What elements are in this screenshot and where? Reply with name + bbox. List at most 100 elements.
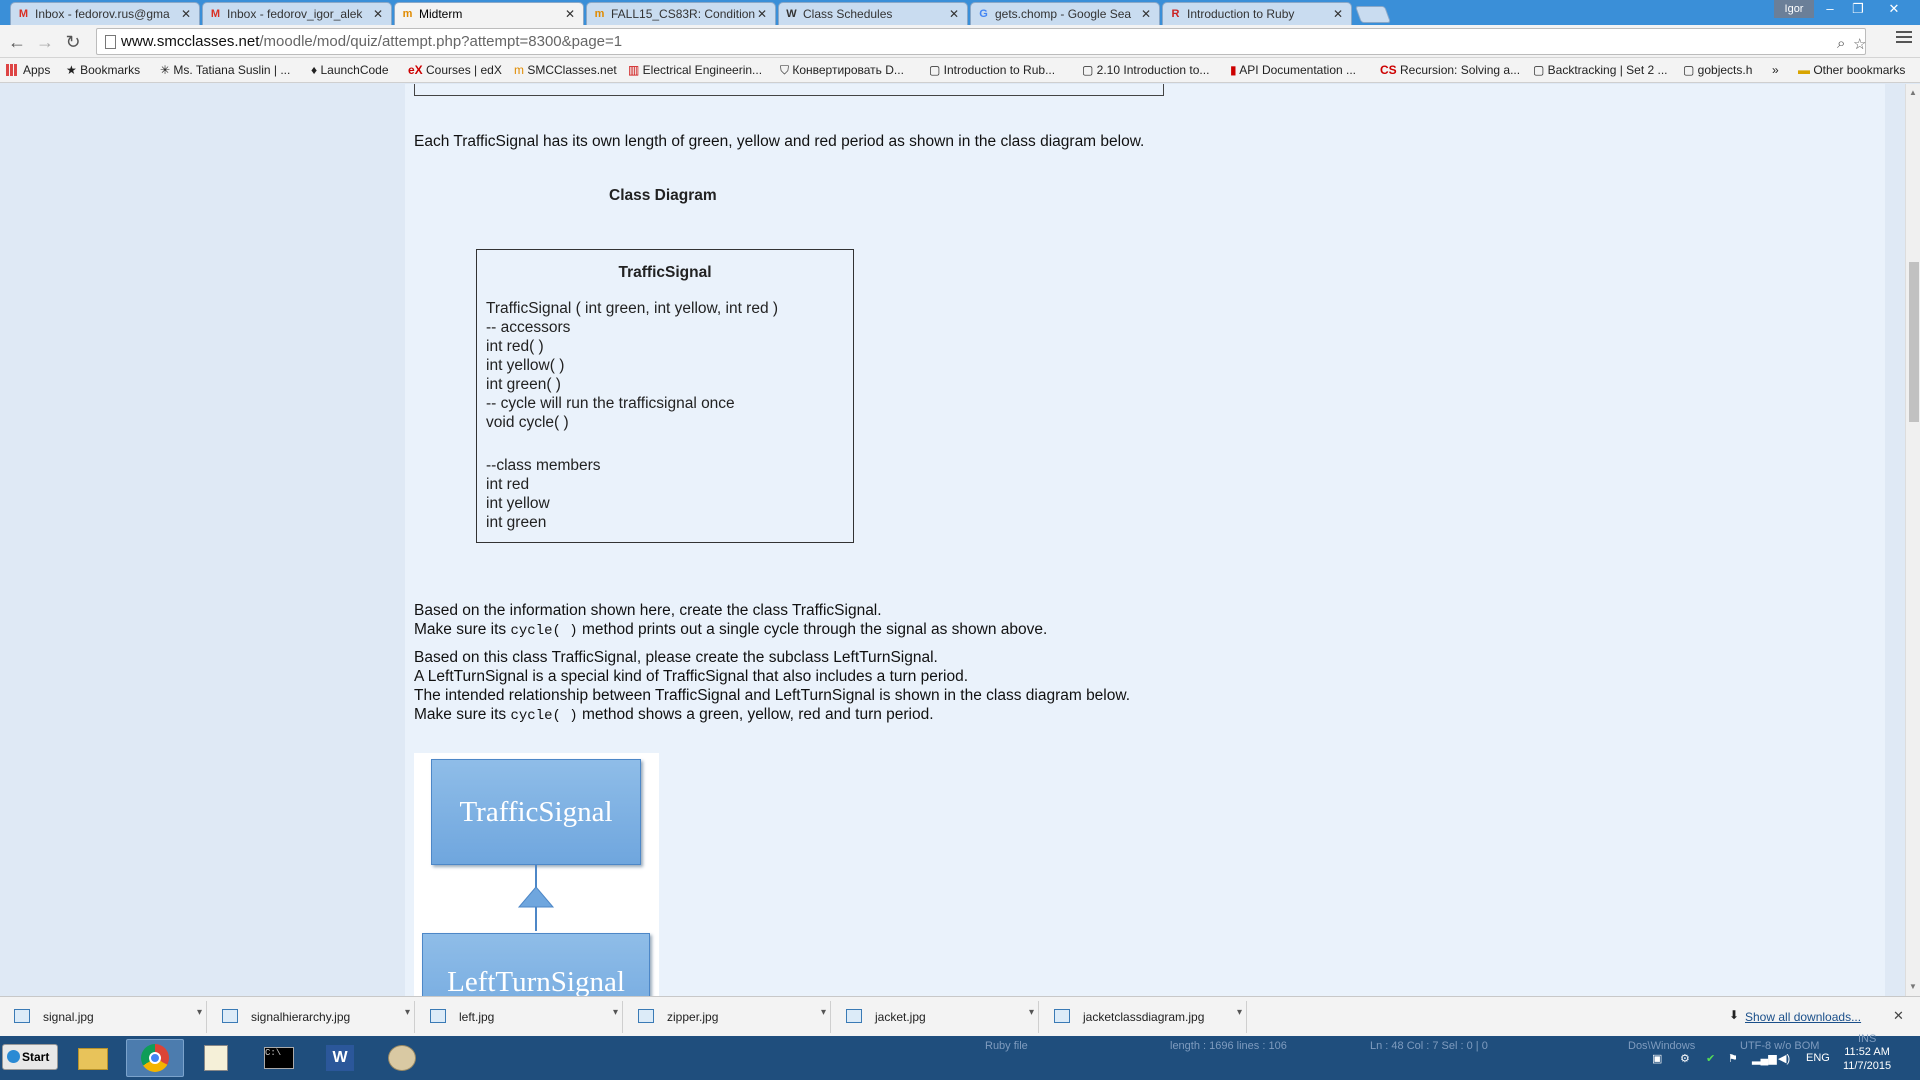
apps-icon xyxy=(6,64,18,76)
show-all-downloads-link[interactable]: Show all downloads... xyxy=(1745,1010,1861,1024)
tab-class-schedules[interactable]: W Class Schedules ✕ xyxy=(778,2,968,25)
forward-icon[interactable]: → xyxy=(34,31,56,53)
close-downloads-icon[interactable]: ✕ xyxy=(1893,1008,1904,1024)
close-tab-icon[interactable]: ✕ xyxy=(757,7,767,21)
close-tab-icon[interactable]: ✕ xyxy=(1141,7,1151,21)
page-icon: ▢ xyxy=(1533,63,1548,77)
status-file-type: Ruby file xyxy=(985,1040,1028,1052)
tray-flag-icon[interactable]: ⚑ xyxy=(1728,1052,1738,1065)
url-text[interactable]: www.smcclasses.net/moodle/mod/quiz/attem… xyxy=(121,33,622,50)
bookmark-apps[interactable]: Apps xyxy=(6,63,50,77)
class-line: --class members xyxy=(486,457,601,474)
taskbar-cmd[interactable]: C:\ xyxy=(250,1039,308,1077)
chevron-down-icon[interactable]: ▾ xyxy=(1237,1007,1242,1018)
address-bar[interactable]: www.smcclasses.net/moodle/mod/quiz/attem… xyxy=(96,28,1866,55)
tab-gmail-2[interactable]: M Inbox - fedorov_igor_alek ✕ xyxy=(202,2,392,25)
tab-google-search[interactable]: G gets.chomp - Google Sea ✕ xyxy=(970,2,1160,25)
intro-text: Each TrafficSignal has its own length of… xyxy=(414,133,1145,150)
taskbar-clock[interactable]: 11:52 AM 11/7/2015 xyxy=(1843,1045,1891,1073)
google-icon: G xyxy=(979,8,988,20)
chevron-down-icon[interactable]: ▾ xyxy=(405,1007,410,1018)
status-encoding: UTF-8 w/o BOM xyxy=(1740,1040,1820,1052)
bookmark-electrical[interactable]: ▥ Electrical Engineerin... xyxy=(628,63,762,77)
bookmark-other[interactable]: ▬ Other bookmarks xyxy=(1798,63,1905,77)
scroll-down-icon[interactable]: ▼ xyxy=(1909,982,1917,991)
bookmark-suslin[interactable]: ✳ Ms. Tatiana Suslin | ... xyxy=(160,63,290,77)
scroll-thumb[interactable] xyxy=(1909,262,1919,422)
chevron-down-icon[interactable]: ▾ xyxy=(613,1007,618,1018)
back-icon[interactable]: ← xyxy=(6,31,28,53)
bookmark-backtracking[interactable]: ▢ Backtracking | Set 2 ... xyxy=(1533,63,1668,77)
restore-icon[interactable]: ❐ xyxy=(1844,0,1872,20)
chevron-down-icon[interactable]: ▾ xyxy=(1029,1007,1034,1018)
close-tab-icon[interactable]: ✕ xyxy=(565,7,575,21)
gmail-icon: M xyxy=(18,8,29,20)
new-tab-button[interactable] xyxy=(1354,6,1392,23)
start-button[interactable]: Start xyxy=(2,1044,58,1070)
edx-icon: eX xyxy=(408,63,427,77)
close-tab-icon[interactable]: ✕ xyxy=(949,7,959,21)
bookmark-intro-ruby[interactable]: ▢ Introduction to Rub... xyxy=(929,63,1055,77)
download-item[interactable]: zipper.jpg ▾ xyxy=(626,1001,831,1033)
class-name: TrafficSignal xyxy=(618,264,712,281)
bookmark-edx[interactable]: eX Courses | edX xyxy=(408,63,502,77)
image-file-icon xyxy=(430,1009,446,1023)
moodle-icon: m xyxy=(594,8,605,20)
download-item[interactable]: signalhierarchy.jpg ▾ xyxy=(210,1001,415,1033)
tab-fall15[interactable]: m FALL15_CS83R: Condition ✕ xyxy=(586,2,776,25)
tab-midterm[interactable]: m Midterm ✕ xyxy=(394,2,584,25)
download-item[interactable]: signal.jpg ▾ xyxy=(2,1001,207,1033)
minimize-icon[interactable]: – xyxy=(1816,0,1844,20)
taskbar-notepad[interactable] xyxy=(188,1039,246,1077)
tray-check-icon[interactable]: ✔ xyxy=(1706,1052,1715,1065)
search-icon[interactable]: ⌕ xyxy=(1837,35,1845,52)
taskbar-chrome[interactable] xyxy=(126,1039,184,1077)
class-line: void cycle( ) xyxy=(486,414,569,431)
bookmark-recursion[interactable]: CS Recursion: Solving a... xyxy=(1380,63,1520,77)
bookmark-launchcode[interactable]: ♦ LaunchCode xyxy=(311,63,389,77)
chevron-down-icon[interactable]: ▾ xyxy=(197,1007,202,1018)
windows-taskbar: Start C:\ W Ruby file length : 1696 line… xyxy=(0,1033,1920,1080)
bookmark-2-10-intro[interactable]: ▢ 2.10 Introduction to... xyxy=(1082,63,1209,77)
close-window-icon[interactable]: ✕ xyxy=(1874,0,1914,20)
uml-child-box: LeftTurnSignal xyxy=(422,933,650,996)
chevron-down-icon[interactable]: ▾ xyxy=(821,1007,826,1018)
download-item[interactable]: left.jpg ▾ xyxy=(418,1001,623,1033)
download-item[interactable]: jacketclassdiagram.jpg ▾ xyxy=(1042,1001,1247,1033)
tab-gmail-1[interactable]: M Inbox - fedorov.rus@gma ✕ xyxy=(10,2,200,25)
user-badge[interactable]: Igor xyxy=(1774,0,1814,18)
tray-language[interactable]: ENG xyxy=(1806,1052,1830,1064)
menu-icon[interactable] xyxy=(1896,31,1912,46)
code-cycle: cycle( ) xyxy=(510,708,578,724)
page-scrollbar[interactable]: ▲ ▼ xyxy=(1905,84,1920,996)
scroll-up-icon[interactable]: ▲ xyxy=(1909,88,1917,97)
taskbar-explorer[interactable] xyxy=(64,1039,122,1077)
reload-icon[interactable]: ↻ xyxy=(62,31,84,53)
page-viewport: Each TrafficSignal has its own length of… xyxy=(0,84,1905,996)
tray-app-icon[interactable]: ⚙ xyxy=(1680,1052,1690,1065)
taskbar-word[interactable]: W xyxy=(312,1039,370,1077)
bookmark-bookmarks[interactable]: ★ Bookmarks xyxy=(66,63,140,77)
api-icon: ▮ xyxy=(1230,63,1240,77)
class-line: -- cycle will run the trafficsignal once xyxy=(486,395,735,412)
bookmark-api-docs[interactable]: ▮ API Documentation ... xyxy=(1230,63,1356,77)
bookmarks-overflow[interactable]: » xyxy=(1772,63,1779,77)
tray-network-icon[interactable]: ▣ xyxy=(1652,1052,1662,1065)
star-icon[interactable]: ☆ xyxy=(1853,35,1866,53)
code-cycle: cycle( ) xyxy=(510,623,578,639)
close-tab-icon[interactable]: ✕ xyxy=(181,7,191,21)
bookmark-converter[interactable]: ⛉ Конвертировать D... xyxy=(780,63,904,78)
close-tab-icon[interactable]: ✕ xyxy=(373,7,383,21)
status-position: Ln : 48 Col : 7 Sel : 0 | 0 xyxy=(1370,1040,1488,1052)
taskbar-paint[interactable] xyxy=(374,1039,432,1077)
bookmark-smcclasses[interactable]: m SMCClasses.net xyxy=(514,63,617,77)
download-item[interactable]: jacket.jpg ▾ xyxy=(834,1001,1039,1033)
tab-intro-ruby[interactable]: R Introduction to Ruby ✕ xyxy=(1162,2,1352,25)
tab-label: Introduction to Ruby xyxy=(1187,7,1295,21)
tray-volume-icon[interactable]: ◀) xyxy=(1778,1052,1790,1065)
browser-toolbar: ← → ↻ www.smcclasses.net/moodle/mod/quiz… xyxy=(0,25,1920,58)
bookmark-gobjects[interactable]: ▢ gobjects.h xyxy=(1683,63,1752,77)
hierarchy-diagram-image: TrafficSignal LeftTurnSignal xyxy=(414,753,659,996)
tray-signal-icon[interactable]: ▂▄▆ xyxy=(1752,1052,1777,1065)
close-tab-icon[interactable]: ✕ xyxy=(1333,7,1343,21)
